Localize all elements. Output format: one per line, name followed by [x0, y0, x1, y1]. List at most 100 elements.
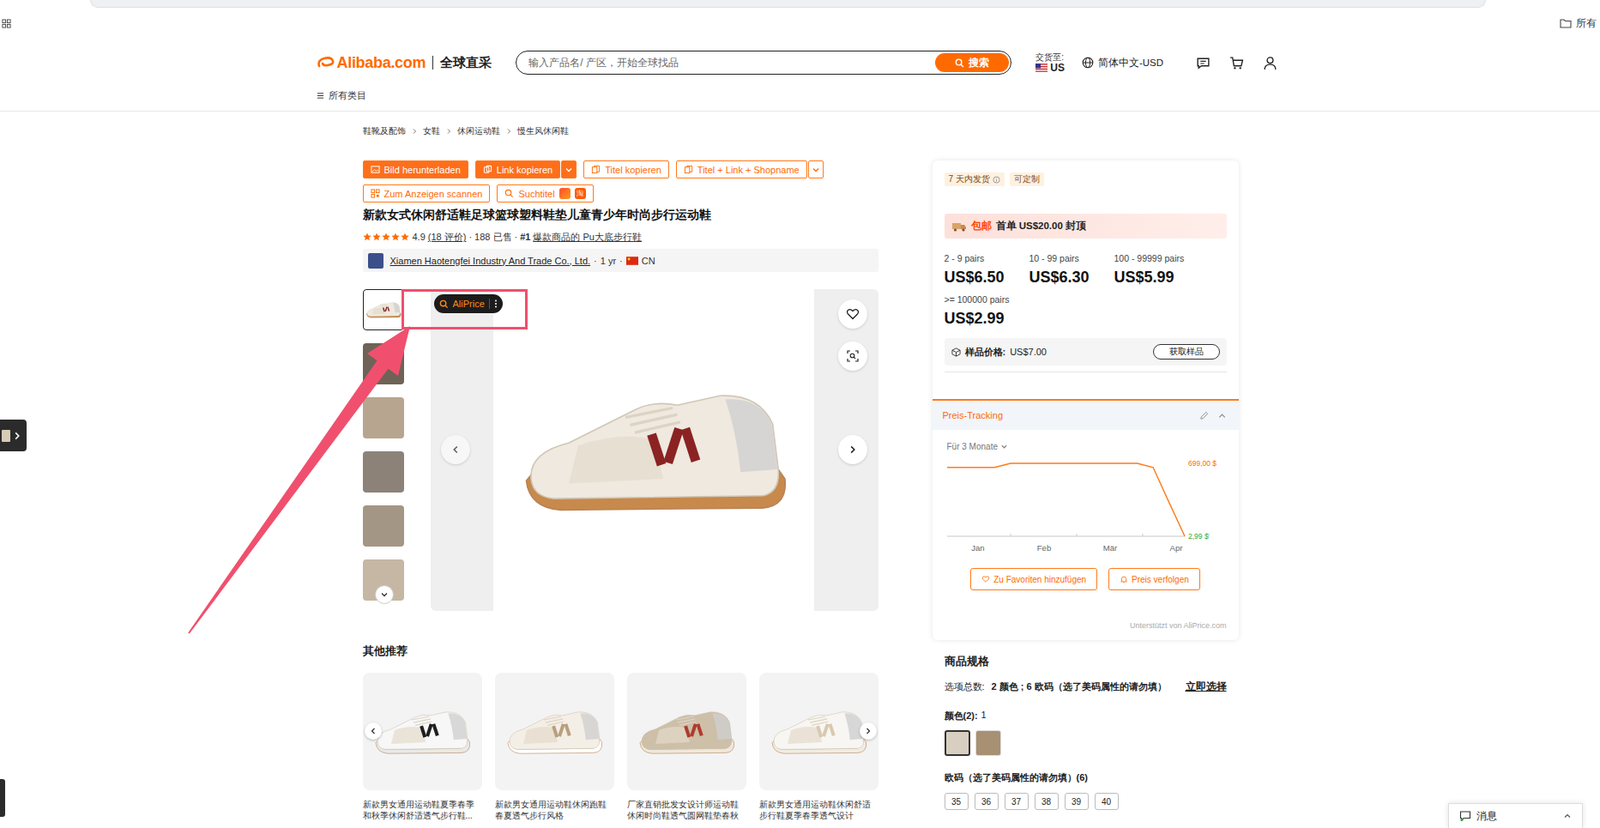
toolbar-button[interactable]: Zum Anzeigen scannen — [362, 184, 491, 203]
search-input[interactable]: 输入产品名/ 产区，开始全球找品 — [528, 55, 936, 71]
info-icon[interactable] — [992, 175, 1001, 184]
size-option[interactable]: 36 — [974, 792, 999, 810]
reviews-link[interactable]: (18 评价) — [428, 229, 467, 244]
select-now-link[interactable]: 立即选择 — [1185, 679, 1227, 695]
recommendations: 新款男女通用运动鞋夏季春季和秋季休闲舒适透气步行鞋... 新款男女通用运动鞋休闲… — [362, 672, 879, 822]
product-card-image[interactable] — [495, 672, 615, 791]
product-card-image[interactable] — [627, 672, 747, 791]
browser-page: 所有 Alibaba.com 全球直采 输入产品名/ 产区，开始全球找品 搜索 … — [0, 0, 1600, 828]
supplier-name[interactable]: Xiamen Haotengfei Industry And Trade Co.… — [390, 255, 592, 266]
toolbar-button[interactable]: Suchtitel 淘 — [496, 184, 593, 203]
range-dropdown[interactable]: Für 3 Monate — [947, 441, 1239, 452]
size-option[interactable]: 35 — [944, 792, 969, 810]
annotation-arrow — [0, 0, 1600, 828]
main-image[interactable] — [430, 289, 879, 611]
carousel-previous-button[interactable] — [364, 722, 382, 740]
thumbnail[interactable] — [362, 505, 405, 547]
thumbnail[interactable] — [362, 289, 405, 331]
toolbar-button[interactable]: Titel kopieren — [583, 160, 670, 179]
ranking-link[interactable]: 爆款商品的 Pu大底步行鞋 — [532, 229, 642, 244]
image-gallery: AliPrice — [362, 289, 879, 611]
toolbar-button[interactable]: Titel + Link + Shopname — [676, 160, 808, 179]
price-tracking-title: Preis-Tracking — [942, 410, 1004, 421]
thumbnail-list — [362, 289, 405, 611]
previous-image-button[interactable] — [440, 434, 471, 465]
chevron-right-icon — [863, 726, 873, 736]
card-shoe-image — [634, 697, 738, 767]
price-tracking: Preis-Tracking Für 3 Monate JanFebMärApr… — [932, 398, 1239, 640]
tracking-button[interactable]: Zu Favoriten hinzufügen — [970, 567, 1098, 591]
supplier-logo[interactable] — [368, 253, 384, 269]
toolbar-dropdown[interactable] — [808, 160, 824, 179]
rating-row: 4.9 (18 评价) · 188 已售 · #1 爆款商品的 Pu大底步行鞋 — [362, 229, 879, 244]
size-option[interactable]: 38 — [1034, 792, 1059, 810]
edit-icon[interactable] — [1199, 410, 1209, 421]
cart-icon[interactable] — [1229, 55, 1244, 71]
image-search-button[interactable] — [838, 341, 868, 371]
aliprice-toolbar: Bild herunterladen Link kopieren Titel k… — [362, 160, 879, 179]
tagline[interactable]: 全球直采 — [440, 54, 492, 72]
next-image-button[interactable] — [838, 434, 868, 465]
breadcrumb-item[interactable]: 鞋靴及配饰 — [362, 125, 406, 138]
breadcrumb-item[interactable]: 女鞋 — [422, 125, 441, 138]
message-icon[interactable] — [1195, 55, 1211, 71]
thumbnail[interactable] — [362, 451, 405, 493]
chart-axis — [947, 536, 1185, 538]
aliprice-button[interactable]: AliPrice — [434, 294, 503, 314]
get-sample-button[interactable]: 获取样品 — [1153, 344, 1220, 360]
tracking-button[interactable]: Preis verfolgen — [1108, 567, 1201, 591]
breadcrumb: 鞋靴及配饰 女鞋 休闲运动鞋 慢生风休闲鞋 — [362, 125, 1238, 138]
thumbnail[interactable] — [362, 343, 405, 385]
card-shoe-image — [502, 697, 606, 767]
product-card[interactable]: 厂家直销批发女设计师运动鞋休闲时尚鞋透气圆网鞋垫春秋 — [627, 672, 747, 822]
toolbar-button[interactable]: Bild herunterladen — [362, 160, 469, 179]
product-card-caption[interactable]: 新款男女通用运动鞋夏季春季和秋季休闲舒适透气步行鞋... — [362, 798, 483, 822]
product-card[interactable]: 新款男女通用运动鞋休闲舒适步行鞋夏季春季透气设计 — [759, 672, 879, 822]
breadcrumb-item[interactable]: 慢生风休闲鞋 — [517, 125, 569, 138]
collapse-icon[interactable] — [1217, 410, 1227, 421]
copy-icon — [683, 164, 694, 175]
taobao-badge[interactable]: 淘 — [574, 187, 586, 200]
user-icon[interactable] — [1262, 55, 1278, 71]
heart-icon — [845, 307, 860, 321]
link-icon — [483, 164, 493, 175]
toolbar-button[interactable]: Link kopieren — [475, 160, 561, 179]
carousel-next-button[interactable] — [859, 722, 877, 740]
product-card-caption[interactable]: 新款男女通用运动鞋休闲跑鞋春夏透气步行风格 — [495, 798, 615, 822]
size-option[interactable]: 40 — [1094, 792, 1119, 810]
chevron-up-icon — [1563, 811, 1572, 821]
search-button[interactable]: 搜索 — [935, 53, 1009, 73]
product-card[interactable]: 新款男女通用运动鞋夏季春季和秋季休闲舒适透气步行鞋... — [362, 672, 483, 822]
favorite-button[interactable] — [838, 299, 868, 329]
alibaba-logo[interactable]: Alibaba.com — [316, 54, 427, 73]
size-option[interactable]: 37 — [1004, 792, 1029, 810]
product-card-caption[interactable]: 新款男女通用运动鞋休闲舒适步行鞋夏季春季透气设计 — [759, 798, 879, 822]
toolbar-dropdown[interactable] — [561, 160, 577, 179]
more-options-icon[interactable] — [494, 298, 498, 309]
apps-grid-icon[interactable] — [1, 18, 12, 29]
card-shoe-image — [370, 697, 474, 767]
language-selector[interactable]: 简体中文-USD — [1081, 56, 1164, 70]
chart-tick — [1141, 533, 1143, 537]
color-swatch[interactable] — [944, 730, 971, 756]
star-icon — [362, 232, 372, 242]
size-option[interactable]: 39 — [1064, 792, 1089, 810]
categories-menu[interactable]: 所有类目 — [316, 84, 1285, 107]
chevron-left-icon — [450, 444, 461, 455]
chat-widget[interactable]: 消息 — [1448, 803, 1583, 828]
thumbnail[interactable] — [362, 397, 405, 439]
bookmarks-folder[interactable]: 所有 — [1559, 16, 1597, 31]
product-card[interactable]: 新款男女通用运动鞋休闲跑鞋春夏透气步行风格 — [495, 672, 615, 822]
aliprice-credit[interactable]: Unterstützt von AliPrice.com — [932, 621, 1239, 640]
address-bar[interactable] — [90, 0, 1486, 8]
search-bar[interactable]: 输入产品名/ 产区，开始全球找品 搜索 — [515, 50, 1012, 75]
color-swatch[interactable] — [975, 730, 1002, 756]
globe-icon — [1081, 56, 1094, 69]
product-card-caption[interactable]: 厂家直销批发女设计师运动鞋休闲时尚鞋透气圆网鞋垫春秋 — [627, 798, 747, 822]
delivery-selector[interactable]: 交货至: US — [1035, 52, 1065, 73]
1688-logo-icon[interactable] — [559, 187, 571, 200]
thumbnails-scroll-button[interactable] — [374, 585, 394, 604]
side-widget[interactable] — [0, 778, 6, 817]
side-panel-toggle[interactable] — [0, 419, 27, 452]
breadcrumb-item[interactable]: 休闲运动鞋 — [457, 125, 501, 138]
